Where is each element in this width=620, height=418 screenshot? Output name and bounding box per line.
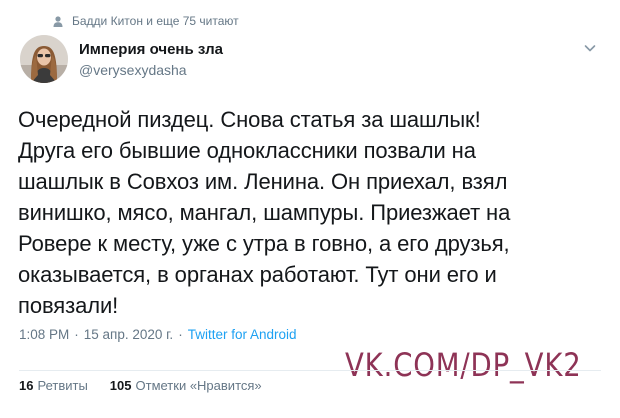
tweet-text-line: оказывается, в органах работают. Тут они… — [18, 262, 497, 287]
watermark: VK.COM/DP_VK2 — [345, 346, 582, 384]
person-icon — [53, 15, 63, 27]
tweet-card: Бадди Китон и еще 75 читают Империя очен… — [0, 0, 620, 418]
divider — [19, 370, 601, 371]
tweet-text-line: Друга его бывшие одноклассники позвали н… — [18, 138, 476, 163]
tweet-text: Очередной пиздец. Снова статья за шашлык… — [18, 104, 608, 321]
likes-stat[interactable]: 105 Отметки «Нравится» — [110, 378, 262, 393]
avatar[interactable] — [20, 35, 68, 83]
tweet-text-line: Очередной пиздец. Снова статья за шашлык… — [18, 107, 481, 132]
tweet-text-line: Ровере к месту, уже с утра в говно, а ег… — [18, 231, 510, 256]
tweet-stats: 16 Ретвиты 105 Отметки «Нравится» — [19, 378, 262, 393]
social-context-text: Бадди Китон и еще 75 читают — [72, 14, 239, 28]
tweet-text-line: винишко, мясо, мангал, шампуры. Приезжае… — [18, 200, 511, 225]
likes-count: 105 — [109, 378, 132, 393]
meta-separator: · — [178, 327, 183, 342]
display-name[interactable]: Империя очень зла — [79, 41, 223, 58]
social-context[interactable]: Бадди Китон и еще 75 читают — [53, 14, 239, 28]
likes-label: Отметки «Нравится» — [135, 378, 262, 393]
retweets-count: 16 — [19, 378, 34, 393]
retweets-stat[interactable]: 16 Ретвиты — [19, 378, 88, 393]
tweet-meta: 1:08 PM · 15 апр. 2020 г. · Twitter for … — [19, 327, 297, 342]
tweet-text-line: повязали! — [18, 293, 119, 318]
tweet-time[interactable]: 1:08 PM — [19, 327, 69, 342]
meta-separator: · — [74, 327, 79, 342]
chevron-down-icon[interactable] — [583, 41, 597, 55]
retweets-label: Ретвиты — [37, 378, 88, 393]
user-handle[interactable]: @verysexydasha — [79, 62, 187, 78]
tweet-source-link[interactable]: Twitter for Android — [188, 327, 297, 342]
tweet-text-line: шашлык в Совхоз им. Ленина. Он приехал, … — [18, 169, 508, 194]
tweet-date[interactable]: 15 апр. 2020 г. — [84, 327, 173, 342]
